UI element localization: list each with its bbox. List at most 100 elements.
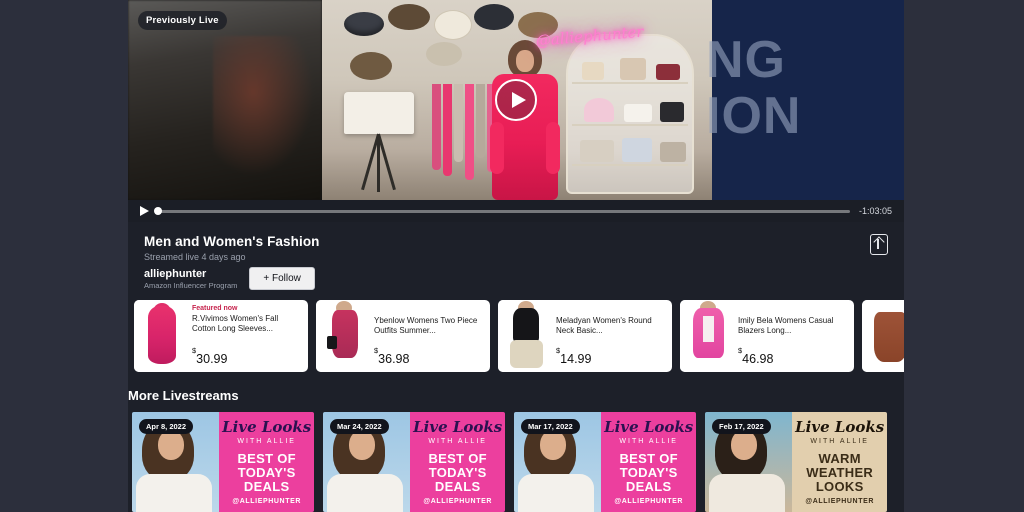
livestream-main-line: DEALS — [243, 479, 290, 494]
host-figure — [488, 40, 562, 200]
currency-symbol: $ — [374, 345, 379, 355]
livestream-main-text: BEST OF TODAY'S DEALS — [410, 452, 505, 494]
livestream-handle: @ALLIEPHUNTER — [805, 498, 875, 505]
price-value: 36.98 — [378, 352, 410, 366]
product-carousel[interactable]: Featured now R.Vivimos Women's Fall Cott… — [128, 290, 904, 372]
scrubber-handle[interactable] — [154, 207, 162, 215]
product-card[interactable]: Meladyan Women's Round Neck Basic... $14… — [498, 300, 672, 372]
floor-lamp-leg — [377, 134, 380, 192]
livestream-graphic-panel: Live Looks WITH ALLIE BEST OF TODAY'S DE… — [601, 412, 696, 512]
product-price: $14.99 — [556, 346, 592, 366]
follow-button[interactable]: + Follow — [249, 267, 315, 290]
shelf-item — [620, 58, 646, 80]
livestream-main-line: WARM — [818, 451, 861, 466]
video-right-panel: NG ION — [706, 0, 904, 200]
creator-block[interactable]: alliephunter Amazon Influencer Program — [144, 268, 237, 290]
video-player[interactable]: @alliephunter NG ION Previously Live — [128, 0, 904, 200]
livestream-thumbnail[interactable]: Live Looks WITH ALLIE WARM WEATHER LOOKS… — [705, 412, 887, 512]
livestream-main-line: DEALS — [625, 479, 672, 494]
creator-name[interactable]: alliephunter — [144, 268, 237, 280]
livestream-thumbnail[interactable]: Live Looks WITH ALLIE BEST OF TODAY'S DE… — [514, 412, 696, 512]
play-icon[interactable] — [140, 206, 149, 216]
wall-hat-icon — [350, 52, 392, 80]
livestream-brand: Live Looks — [795, 418, 885, 436]
product-card-partial[interactable] — [862, 300, 904, 372]
backdrop-text-line2: ION — [706, 87, 802, 145]
shelf-item — [622, 138, 652, 162]
share-icon[interactable] — [870, 234, 888, 255]
time-remaining-label: -1:03:05 — [858, 206, 892, 216]
livestream-graphic-panel: Live Looks WITH ALLIE BEST OF TODAY'S DE… — [410, 412, 505, 512]
livestream-thumbnail[interactable]: Live Looks WITH ALLIE BEST OF TODAY'S DE… — [132, 412, 314, 512]
livestream-main-line: BEST OF — [428, 451, 487, 466]
backdrop-text-line1: NG — [706, 31, 786, 89]
shelf-item — [582, 62, 604, 80]
livestream-brand: Live Looks — [222, 418, 312, 436]
livestream-with: WITH ALLIE — [619, 438, 678, 445]
creator-row: alliephunter Amazon Influencer Program +… — [144, 267, 888, 290]
wall-hat-icon — [388, 4, 430, 30]
livestream-handle: @ALLIEPHUNTER — [232, 498, 302, 505]
product-thumbnail — [134, 300, 190, 372]
product-price: $30.99 — [192, 346, 228, 366]
shelf-item — [580, 140, 614, 162]
shelf-item — [624, 104, 652, 122]
livestream-brand: Live Looks — [413, 418, 503, 436]
livestream-with: WITH ALLIE — [237, 438, 296, 445]
wall-hat-icon — [426, 42, 462, 66]
floor-lamp-shade — [344, 92, 414, 134]
product-name: Meladyan Women's Round Neck Basic... — [556, 316, 652, 335]
product-thumbnail — [498, 300, 554, 372]
product-name: R.Vivimos Women's Fall Cotton Long Sleev… — [192, 314, 279, 333]
livestream-main-text: BEST OF TODAY'S DEALS — [219, 452, 314, 494]
livestream-thumbnail[interactable]: Live Looks WITH ALLIE BEST OF TODAY'S DE… — [323, 412, 505, 512]
livestream-card[interactable]: Live Looks WITH ALLIE WARM WEATHER LOOKS… — [705, 412, 887, 512]
livestream-main-line: TODAY'S — [428, 465, 487, 480]
product-card[interactable]: Imily Bela Womens Casual Blazers Long...… — [680, 300, 854, 372]
livestream-date-badge: Mar 17, 2022 — [521, 419, 580, 434]
livestream-card[interactable]: Live Looks WITH ALLIE BEST OF TODAY'S DE… — [514, 412, 696, 512]
featured-now-tag: Featured now — [192, 305, 238, 312]
progress-scrubber[interactable] — [154, 207, 850, 215]
product-name: Ybenlow Womens Two Piece Outfits Summer.… — [374, 316, 478, 335]
host-arm — [490, 122, 504, 174]
product-thumbnail — [680, 300, 736, 372]
page-title: Men and Women's Fashion — [144, 234, 320, 249]
price-value: 30.99 — [196, 352, 228, 366]
livestream-main-text: WARM WEATHER LOOKS — [792, 452, 887, 494]
streamed-label: Streamed live 4 days ago — [144, 252, 246, 262]
livestream-main-line: BEST OF — [619, 451, 678, 466]
display-shelf — [566, 34, 694, 194]
product-thumbnail — [316, 300, 372, 372]
currency-symbol: $ — [556, 345, 561, 355]
video-meta: Men and Women's Fashion Streamed live 4 … — [128, 222, 904, 290]
livestream-card[interactable]: Live Looks WITH ALLIE BEST OF TODAY'S DE… — [132, 412, 314, 512]
rack-garment — [432, 84, 441, 170]
product-card[interactable]: Featured now R.Vivimos Women's Fall Cott… — [134, 300, 308, 372]
livestream-graphic-panel: Live Looks WITH ALLIE BEST OF TODAY'S DE… — [219, 412, 314, 512]
rack-garment — [454, 84, 463, 162]
livestream-handle: @ALLIEPHUNTER — [614, 498, 684, 505]
previously-live-badge: Previously Live — [138, 11, 227, 30]
livestream-row[interactable]: Live Looks WITH ALLIE BEST OF TODAY'S DE… — [132, 403, 904, 512]
livestream-with: WITH ALLIE — [428, 438, 487, 445]
wall-hat-icon — [434, 10, 472, 40]
price-value: 14.99 — [560, 352, 592, 366]
shelf-item — [656, 64, 680, 80]
host-arm — [546, 122, 560, 174]
player-controls[interactable]: -1:03:05 — [128, 200, 904, 222]
shelf-item — [660, 142, 686, 162]
livestream-main-line: TODAY'S — [619, 465, 678, 480]
video-left-blur-panel — [128, 0, 322, 200]
currency-symbol: $ — [192, 345, 197, 355]
product-card[interactable]: Ybenlow Womens Two Piece Outfits Summer.… — [316, 300, 490, 372]
livestream-main-line: DEALS — [434, 479, 481, 494]
rack-garment — [476, 84, 485, 158]
product-name: Imily Bela Womens Casual Blazers Long... — [738, 316, 834, 335]
play-overlay-button[interactable] — [495, 79, 537, 121]
livestream-card[interactable]: Live Looks WITH ALLIE BEST OF TODAY'S DE… — [323, 412, 505, 512]
shelf-item — [584, 98, 614, 122]
currency-symbol: $ — [738, 345, 743, 355]
price-value: 46.98 — [742, 352, 774, 366]
rack-garment — [465, 84, 474, 180]
